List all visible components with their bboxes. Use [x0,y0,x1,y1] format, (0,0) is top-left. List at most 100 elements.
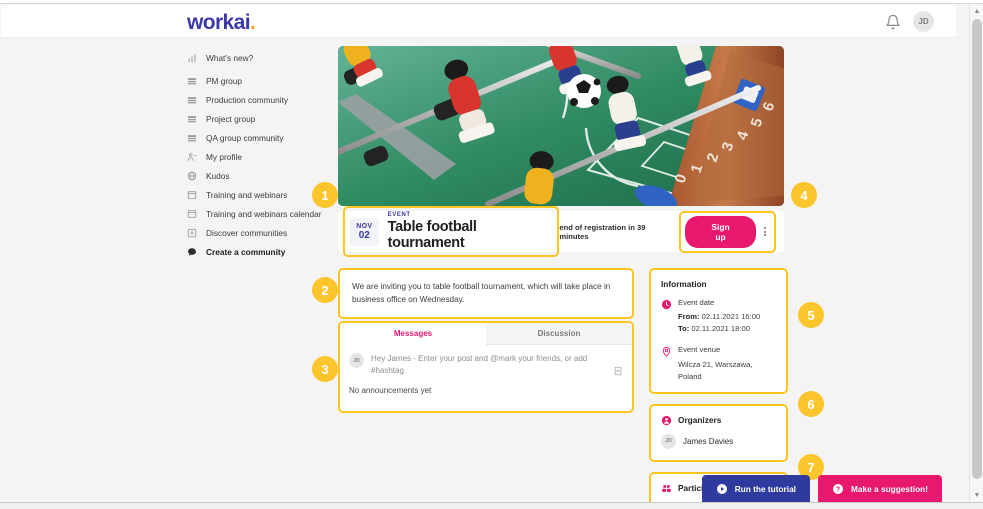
sidebar-item-production-community[interactable]: Production community [187,91,337,108]
event-date-from-label: From: [678,312,700,322]
tour-badge-5[interactable]: 5 [798,302,824,328]
logo-dot: . [249,11,256,34]
download-box-icon [187,228,197,238]
sidebar-item-whats-new[interactable]: What's new? [187,49,337,66]
event-actions: end of registration in 39 minutes Sign u… [559,210,784,253]
event-venue-text: Event venue Wilcza 21, Warszawa, Poland [678,344,776,382]
sidebar-item-training-and-webinars-calendar[interactable]: Training and webinars calendar [187,205,337,222]
sidebar-item-create-a-community[interactable]: Create a community [187,243,337,260]
sidebar-item-label: Production community [206,94,289,105]
messages-tabs: Messages Discussion [340,323,632,345]
tab-discussion[interactable]: Discussion [486,323,632,345]
sidebar-item-discover-communities[interactable]: Discover communities [187,224,337,241]
sidebar-item-label: What's new? [206,52,254,63]
tour-badge-3[interactable]: 3 [312,356,338,382]
information-title: Information [661,279,707,289]
sidebar-item-label: PM group [206,75,242,86]
event-date-to-value: 02.11.2021 18:00 [691,324,750,334]
sidebar-item-label: Training and webinars calendar [206,208,322,219]
sidebar-item-my-profile[interactable]: My profile [187,148,337,165]
logo-text: workai [187,11,251,34]
avatar[interactable]: JD [913,11,934,32]
organizer-list-item[interactable]: JD James Davies [661,433,776,449]
sidebar-item-label: Kudos [206,170,230,181]
more-vertical-icon[interactable] [760,227,770,236]
window-icon [187,209,197,219]
run-tutorial-button[interactable]: Run the tutorial [701,475,810,502]
participants-icon [661,483,672,494]
page-container: workai. JD What's new? PM group Producti… [1,5,956,502]
community-icon [187,133,197,143]
make-suggestion-button[interactable]: ? Make a suggestion! [818,475,942,502]
sidebar-item-kudos[interactable]: Kudos [187,167,337,184]
event-title-block: NOV 02 EVENT Table football tournament [343,206,560,257]
sidebar: What's new? PM group Production communit… [187,49,337,262]
sidebar-item-label: QA group community [206,132,284,143]
post-composer: JD Hey James - Enter your post and @mark… [340,345,632,379]
sidebar-item-label: My profile [206,151,242,162]
organizer-icon [661,415,672,426]
browser-chrome-top [0,0,983,4]
signup-button[interactable]: Sign up [685,215,756,248]
registration-countdown: end of registration in 39 minutes [559,222,646,241]
attachment-icon[interactable] [613,366,623,377]
foosball-table-photo: 0 1 2 3 4 5 6 [338,46,784,206]
event-date-to-label: To: [678,324,690,334]
run-tutorial-label: Run the tutorial [734,483,796,494]
scroll-down-icon[interactable]: ▼ [970,489,983,502]
event-venue-row: Event venue Wilcza 21, Warszawa, Poland [661,344,776,382]
event-venue-value: Wilcza 21, Warszawa, Poland [678,359,753,381]
workai-logo[interactable]: workai. [187,11,256,35]
organizers-title: Organizers [678,415,722,426]
sidebar-item-label: Discover communities [206,227,288,238]
sidebar-item-label: Project group [206,113,256,124]
event-month: NOV [356,222,373,230]
sidebar-item-project-group[interactable]: Project group [187,110,337,127]
community-icon [187,95,197,105]
right-column: Information Event date From: 02.11.2021 … [649,268,788,502]
sidebar-item-qa-group-community[interactable]: QA group community [187,129,337,146]
window-icon [187,190,197,200]
make-suggestion-label: Make a suggestion! [851,483,928,494]
event-kicker: EVENT [387,212,411,218]
scrollbar-thumb[interactable] [972,19,982,479]
top-header: workai. JD [1,5,956,38]
tour-badge-6[interactable]: 6 [798,391,824,417]
scroll-up-icon[interactable]: ▲ [970,5,983,18]
tour-badge-1[interactable]: 1 [312,182,338,208]
organizers-title-row: Organizers [661,415,776,426]
page-scrollbar[interactable]: ▲ ▼ [969,5,983,502]
organizers-panel: Organizers JD James Davies [649,403,788,462]
question-circle-icon: ? [832,483,844,495]
speech-bubble-icon [187,247,197,257]
footer-action-buttons: Run the tutorial ? Make a suggestion! [701,475,942,502]
composer-avatar: JD [349,353,364,368]
tab-messages[interactable]: Messages [340,323,486,345]
app-root: workai. JD What's new? PM group Producti… [0,0,983,509]
event-day: 02 [358,229,370,241]
organizer-name: James Davies [683,436,734,446]
announcements-empty-state: No announcements yet [349,386,432,395]
event-date-row: Event date From: 02.11.2021 16:00 To: 02… [661,297,776,335]
globe-icon [187,171,197,181]
person-icon [187,152,197,162]
event-cover-image: 0 1 2 3 4 5 6 [338,46,784,206]
event-date-label: Event date [678,298,715,307]
information-panel: Information Event date From: 02.11.2021 … [649,268,788,394]
sidebar-item-label: Training and webinars [206,189,288,200]
bell-icon[interactable] [885,14,901,30]
tour-badge-4[interactable]: 4 [791,182,817,208]
sidebar-item-label: Create a community [206,246,286,257]
event-date-chip: NOV 02 [350,217,379,246]
event-header-bar: NOV 02 EVENT Table football tournament e… [338,206,784,257]
tour-badge-2[interactable]: 2 [312,277,338,303]
chart-bars-icon [187,53,197,63]
post-input[interactable]: Hey James - Enter your post and @mark yo… [371,353,623,379]
sidebar-item-pm-group[interactable]: PM group [187,72,337,89]
page-title: Table football tournament [387,219,477,251]
location-pin-icon [661,344,672,358]
event-description: We are inviting you to table football to… [338,268,634,320]
browser-chrome-bottom [0,502,983,509]
organizer-avatar: JD [661,433,676,449]
play-circle-icon [716,483,728,495]
